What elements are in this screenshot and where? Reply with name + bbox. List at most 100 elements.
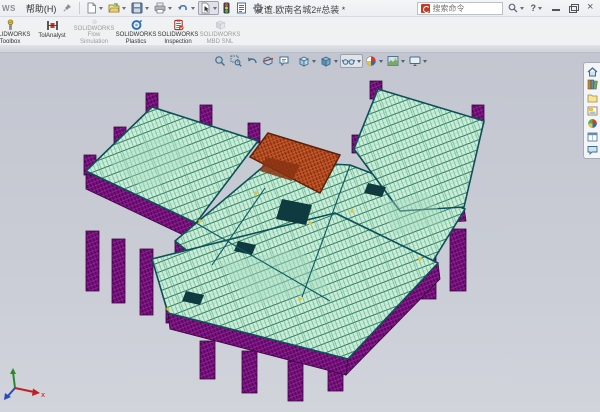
heads-up-toolbar xyxy=(212,54,429,68)
addin-tab-solidworks-toolbox[interactable]: SOLIDWORKS Toolbox xyxy=(0,17,31,45)
section-view-button[interactable] xyxy=(260,54,276,68)
addin-tab-label: SOLIDWORKS Inspection xyxy=(157,32,199,45)
triad-y-axis xyxy=(10,368,16,388)
dropdown-arrow-icon xyxy=(99,7,103,10)
dropdown-arrow-icon xyxy=(379,60,383,63)
previous-view-button[interactable] xyxy=(244,54,260,68)
books-icon xyxy=(587,79,598,90)
print-button[interactable] xyxy=(152,1,174,15)
hide-show-glasses-icon xyxy=(342,55,355,67)
addin-tab-flow-simulation[interactable]: SOLIDWORKS Flow Simulation xyxy=(73,17,115,45)
undo-button[interactable] xyxy=(175,1,197,15)
reference-triad: x xyxy=(2,366,46,402)
addin-tab-mbd-snl[interactable]: SOLIDWORKS MBD SNL xyxy=(199,17,241,45)
view-cube-icon xyxy=(298,55,310,67)
dropdown-arrow-icon xyxy=(520,7,524,10)
dropdown-arrow-icon xyxy=(423,60,427,63)
tab-appearances-scenes[interactable] xyxy=(586,118,599,129)
command-manager: SOLIDWORKS Toolbox TolAnalyst SOLIDWORKS… xyxy=(0,17,600,46)
appearance-ball-icon xyxy=(587,118,598,129)
display-style-button[interactable] xyxy=(318,54,340,68)
tab-solidworks-resources[interactable] xyxy=(586,66,599,77)
quick-access-toolbar xyxy=(84,1,272,15)
section-view-icon xyxy=(262,55,274,67)
triad-x-axis: x xyxy=(15,388,45,399)
view-palette-icon xyxy=(587,106,598,116)
triad-z-axis xyxy=(4,388,15,400)
folder-icon xyxy=(587,93,598,103)
new-document-icon xyxy=(86,2,97,14)
annotation-icon xyxy=(278,55,290,67)
graphics-area[interactable]: x xyxy=(0,53,600,412)
plastics-icon xyxy=(130,19,143,31)
toolbox-icon xyxy=(4,19,17,31)
inspection-icon xyxy=(172,19,185,31)
zoom-to-area-icon xyxy=(230,55,242,67)
apply-scene-button[interactable] xyxy=(385,54,407,68)
search-input[interactable] xyxy=(433,4,497,13)
magnifier-icon xyxy=(508,3,518,13)
tab-design-library[interactable] xyxy=(586,79,599,90)
task-pane-tabs xyxy=(583,62,600,159)
select-button[interactable] xyxy=(198,1,219,15)
separator xyxy=(79,2,80,14)
tab-view-palette[interactable] xyxy=(586,105,599,116)
addin-tab-tolanalyst[interactable]: TolAnalyst xyxy=(31,17,73,45)
solidworks-app-icon xyxy=(421,4,430,13)
addin-tab-label: TolAnalyst xyxy=(31,33,73,40)
previous-view-icon xyxy=(246,55,258,67)
window-controls xyxy=(551,3,596,13)
window-icon xyxy=(587,132,598,142)
view-orientation-button[interactable] xyxy=(296,54,318,68)
open-folder-icon xyxy=(108,2,120,14)
rebuild-button[interactable] xyxy=(220,1,233,15)
tab-solidworks-forum[interactable] xyxy=(586,144,599,155)
display-style-icon xyxy=(320,55,332,67)
help-button[interactable]: ? xyxy=(529,3,545,13)
tab-file-explorer[interactable] xyxy=(586,92,599,103)
rebuild-traffic-light-icon xyxy=(222,2,231,14)
hide-show-items-button[interactable] xyxy=(340,54,363,68)
search-zone: ? xyxy=(417,2,599,15)
view-settings-monitor-icon xyxy=(409,55,421,67)
help-label: ? xyxy=(531,3,537,13)
menu-help[interactable]: 帮助(H) xyxy=(22,1,61,16)
addin-tab-label: SOLIDWORKS Toolbox xyxy=(0,32,31,45)
dropdown-arrow-icon xyxy=(145,7,149,10)
pin-menu-icon[interactable] xyxy=(63,3,72,14)
zoom-to-fit-button[interactable] xyxy=(212,54,228,68)
command-manager-edge xyxy=(0,46,600,53)
tab-custom-properties[interactable] xyxy=(586,131,599,142)
open-button[interactable] xyxy=(106,1,128,15)
zoom-to-fit-icon xyxy=(214,55,226,67)
formwork-assembly-model[interactable] xyxy=(0,53,600,412)
dropdown-arrow-icon xyxy=(191,7,195,10)
save-floppy-icon xyxy=(131,2,143,14)
new-button[interactable] xyxy=(84,1,105,15)
save-button[interactable] xyxy=(129,1,151,15)
dropdown-arrow-icon xyxy=(312,60,316,63)
addin-tab-label: SOLIDWORKS Flow Simulation xyxy=(73,26,115,46)
dropdown-arrow-icon xyxy=(538,7,542,10)
flow-simulation-icon xyxy=(88,19,101,25)
restore-button[interactable] xyxy=(568,3,579,13)
select-cursor-icon xyxy=(200,2,211,14)
edit-appearance-button[interactable] xyxy=(363,54,385,68)
view-settings-button[interactable] xyxy=(407,54,429,68)
dynamic-annotation-button[interactable] xyxy=(276,54,292,68)
addin-tab-inspection[interactable]: SOLIDWORKS Inspection xyxy=(157,17,199,45)
document-title: 友谊.欧南名城2#总装 * xyxy=(255,3,346,16)
minimize-button[interactable] xyxy=(551,3,562,13)
search-magnifier-button[interactable] xyxy=(506,3,526,13)
command-search[interactable] xyxy=(417,2,503,15)
file-properties-button[interactable] xyxy=(234,1,249,15)
dropdown-arrow-icon xyxy=(168,7,172,10)
close-button[interactable] xyxy=(585,3,596,13)
zoom-to-area-button[interactable] xyxy=(228,54,244,68)
addin-tab-plastics[interactable]: SOLIDWORKS Plastics xyxy=(115,17,157,45)
solidworks-logo-fragment: WS xyxy=(2,4,16,13)
forum-chat-icon xyxy=(587,145,598,155)
dropdown-arrow-icon xyxy=(401,60,405,63)
addin-tab-label: SOLIDWORKS Plastics xyxy=(115,32,157,45)
appearance-ball-icon xyxy=(365,55,377,67)
